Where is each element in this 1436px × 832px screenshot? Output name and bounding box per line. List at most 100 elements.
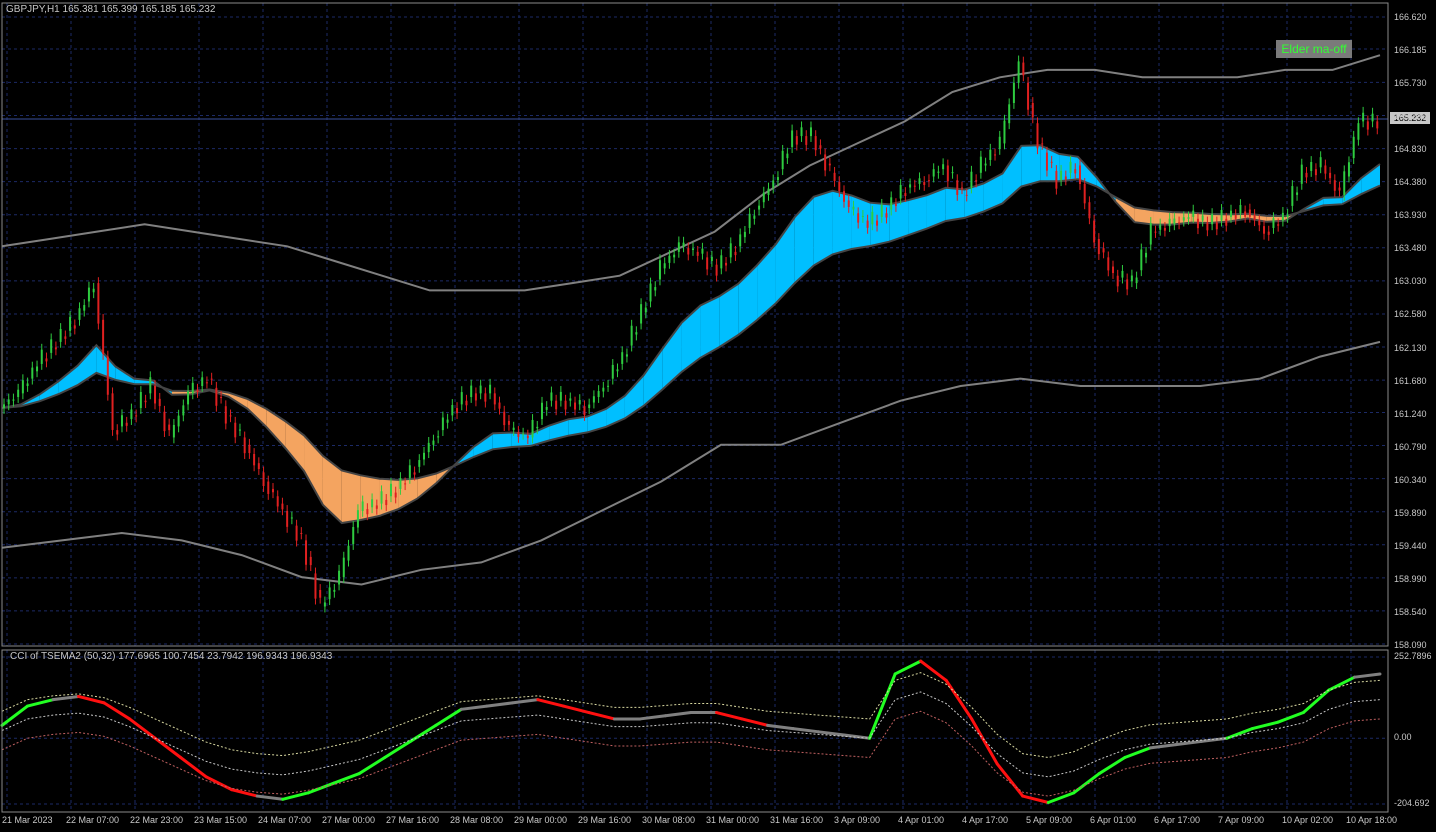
candle-body — [989, 149, 992, 160]
price-axis-label: 166.185 — [1394, 45, 1427, 56]
candle-body — [574, 402, 577, 410]
candle-body — [592, 396, 595, 403]
candle-body — [857, 213, 860, 223]
candle-body — [1319, 157, 1322, 168]
candle-body — [286, 510, 289, 527]
candle-body — [17, 389, 20, 398]
candle-body — [583, 406, 586, 416]
time-axis-label: 10 Apr 02:00 — [1282, 815, 1334, 825]
price-axis-label: 164.380 — [1394, 177, 1427, 188]
candle-body — [970, 171, 973, 188]
candle-body — [45, 358, 48, 362]
candle-body — [125, 422, 128, 426]
candle-body — [1371, 113, 1374, 122]
time-axis-label: 31 Mar 00:00 — [706, 815, 760, 825]
candle-body — [1300, 164, 1303, 184]
candle-body — [611, 364, 614, 379]
candle-body — [484, 393, 487, 402]
candle-body — [102, 319, 105, 354]
candle-body — [630, 325, 633, 346]
candle-body — [800, 127, 803, 137]
price-axis-label: 158.090 — [1394, 639, 1427, 650]
cci-level-line — [1, 710, 1381, 797]
cci-segment — [332, 772, 361, 785]
chart-frame — [1, 2, 1389, 813]
candle-body — [498, 402, 501, 409]
candle-body — [271, 488, 274, 493]
candle-body — [1187, 217, 1190, 219]
elder-ma-off-button[interactable]: Elder ma-off — [1276, 40, 1352, 58]
candle-body — [965, 194, 968, 196]
candle-body — [1310, 161, 1313, 171]
candle-body — [772, 180, 775, 188]
price-axis-label: 159.890 — [1394, 507, 1427, 518]
cci-segment — [791, 727, 821, 734]
candle-body — [880, 204, 883, 217]
candle-body — [54, 347, 57, 350]
candle-body — [640, 304, 643, 324]
cci-segment — [919, 659, 948, 682]
candle-body — [413, 472, 416, 475]
time-axis-label: 27 Mar 00:00 — [322, 815, 376, 825]
upper-band-line — [1, 54, 1381, 292]
candle-body — [446, 419, 449, 423]
candle-body — [59, 329, 62, 342]
candle-body — [1281, 212, 1284, 221]
cci-segment — [663, 711, 693, 718]
candle-body — [805, 136, 808, 145]
candle-body — [64, 336, 67, 339]
candle-body — [899, 184, 902, 199]
cci-segment — [587, 711, 616, 721]
candle-body — [654, 287, 657, 291]
candle-body — [507, 420, 510, 425]
candle-body — [621, 352, 624, 364]
candle-body — [389, 483, 392, 497]
candle-body — [342, 557, 345, 578]
candle-body — [92, 288, 95, 293]
indicator-axis-label: 0.00 — [1394, 732, 1412, 743]
cci-segment — [1352, 672, 1382, 679]
cci-segment — [995, 762, 1025, 798]
candle-body — [1366, 121, 1369, 130]
candle-body — [588, 404, 591, 409]
candle-body — [1135, 277, 1138, 284]
candle-body — [734, 251, 737, 256]
candle-body — [1234, 215, 1237, 219]
candle-body — [366, 509, 369, 515]
cci-segment — [1046, 791, 1076, 804]
candle-body — [456, 408, 459, 414]
chart-canvas[interactable] — [0, 0, 1436, 832]
candle-body — [1078, 165, 1081, 185]
candle-body — [116, 430, 119, 435]
candle-body — [1145, 252, 1148, 258]
candle-body — [305, 540, 308, 565]
symbol-header: GBPJPY,H1 165.381 165.399 165.185 165.23… — [6, 4, 216, 15]
time-axis-label: 4 Apr 01:00 — [898, 815, 945, 825]
time-axis-label: 3 Apr 09:00 — [834, 815, 881, 825]
candle-body — [1022, 62, 1025, 76]
time-axis-label: 6 Apr 01:00 — [1090, 815, 1137, 825]
candle-body — [894, 204, 897, 207]
candle-body — [73, 325, 76, 329]
candle-body — [1267, 231, 1270, 235]
candle-body — [50, 339, 53, 353]
candle-body — [1097, 238, 1100, 255]
candle-body — [149, 377, 152, 394]
price-axis-label: 160.790 — [1394, 441, 1427, 452]
candle-body — [1003, 120, 1006, 144]
cloud-segment — [794, 196, 814, 284]
candle-body — [12, 399, 15, 401]
candle-body — [663, 263, 666, 269]
candle-body — [168, 424, 171, 431]
candle-body — [687, 248, 690, 255]
candle-body — [715, 264, 718, 276]
cci-segment — [434, 707, 463, 727]
candle-body — [172, 424, 175, 438]
candle-body — [451, 404, 454, 416]
candle-body — [885, 213, 888, 218]
candle-body — [1178, 222, 1181, 224]
candle-body — [597, 391, 600, 398]
candle-body — [1206, 222, 1209, 231]
candle-body — [441, 417, 444, 431]
candle-body — [1173, 218, 1176, 225]
